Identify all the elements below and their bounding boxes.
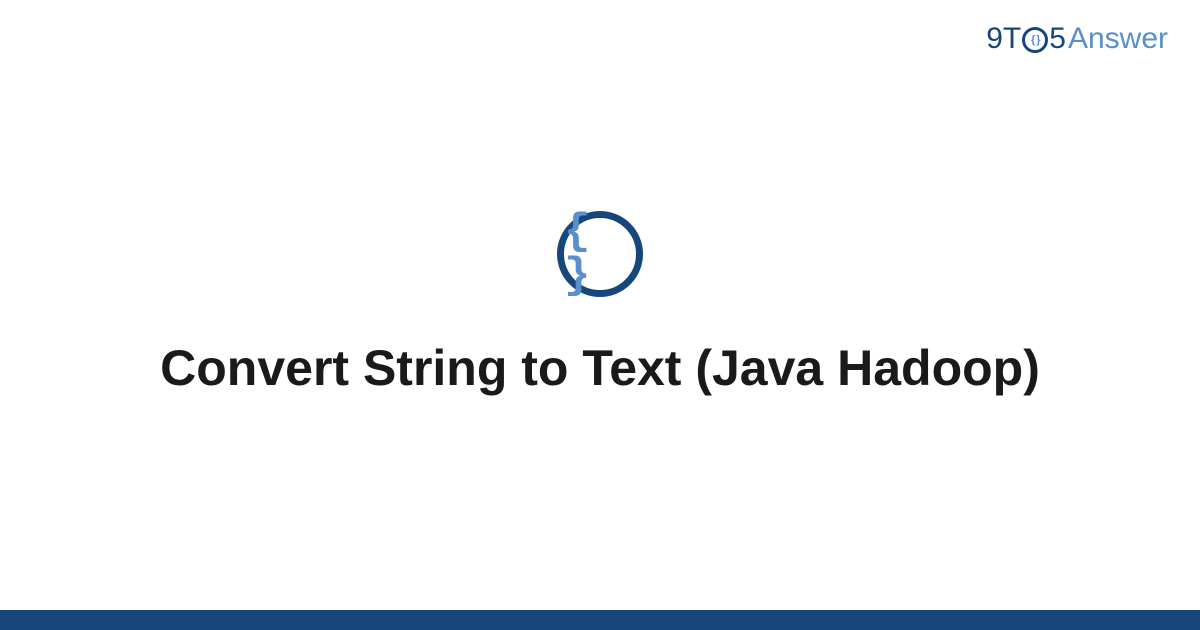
main-content: { } Convert String to Text (Java Hadoop) <box>0 0 1200 610</box>
braces-glyph: { } <box>564 210 636 298</box>
page-title: Convert String to Text (Java Hadoop) <box>160 337 1040 400</box>
footer-bar <box>0 610 1200 630</box>
code-braces-icon: { } <box>557 211 643 297</box>
